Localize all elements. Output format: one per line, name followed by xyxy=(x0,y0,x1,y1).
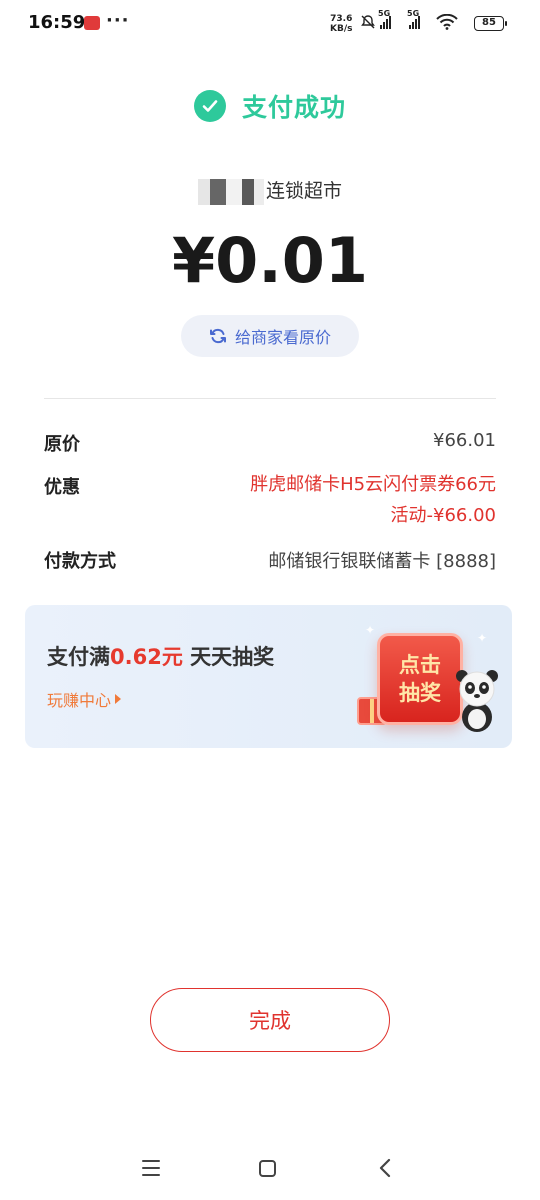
home-icon[interactable] xyxy=(259,1160,276,1177)
recent-apps-icon[interactable] xyxy=(142,1160,160,1176)
signal-sim1-icon: 5G xyxy=(378,9,391,29)
wifi-icon xyxy=(436,14,458,30)
redacted-merchant-prefix xyxy=(197,178,264,205)
notification-app-icon xyxy=(84,16,100,30)
divider xyxy=(44,398,496,399)
show-original-price-button[interactable]: 给商家看原价 xyxy=(181,315,359,357)
back-icon[interactable] xyxy=(378,1158,392,1178)
sparkle-icon: ✦ xyxy=(477,631,488,645)
original-price-label: 原价 xyxy=(44,434,80,455)
payment-success-header: 支付成功 xyxy=(0,88,540,124)
success-title: 支付成功 xyxy=(241,93,346,122)
discount-value: 胖虎邮储卡H5云闪付票券66元 活动-¥66.00 xyxy=(250,474,496,526)
arrow-right-icon xyxy=(115,694,122,704)
status-icons: 5G 5G xyxy=(360,9,458,30)
system-nav-bar xyxy=(0,1148,540,1188)
payment-method-row: 付款方式 邮储银行银联储蓄卡 [8888] xyxy=(44,547,496,573)
mute-icon xyxy=(361,15,375,29)
promo-title: 支付满0.62元 天天抽奖 xyxy=(47,645,275,669)
network-speed: 73.6 KB/s xyxy=(330,14,353,34)
payment-method-label: 付款方式 xyxy=(44,551,116,572)
status-time: 16:59 xyxy=(28,12,86,33)
merchant-name: 连锁超市 xyxy=(0,176,540,205)
done-button[interactable]: 完成 xyxy=(150,988,390,1052)
payment-method-value: 邮储银行银联储蓄卡 [8888] xyxy=(268,551,496,572)
original-price-value: ¥66.01 xyxy=(433,430,496,451)
original-price-row: 原价 ¥66.01 xyxy=(44,430,496,456)
more-notifications-icon: ··· xyxy=(106,10,130,31)
signal-sim2-icon: 5G xyxy=(407,9,420,29)
play-earn-center-link[interactable]: 玩赚中心 xyxy=(47,687,122,711)
lottery-promo-card[interactable]: 支付满0.62元 天天抽奖 玩赚中心 ✦ ✦ 点击 抽奖 xyxy=(25,605,512,748)
paid-amount: ¥0.01 xyxy=(171,224,369,297)
panda-mascot-icon xyxy=(456,670,498,732)
show-original-price-label: 给商家看原价 xyxy=(234,328,331,347)
discount-label: 优惠 xyxy=(44,477,80,498)
discount-row: 优惠 胖虎邮储卡H5云闪付票券66元 活动-¥66.00 xyxy=(44,473,496,531)
sparkle-icon: ✦ xyxy=(365,623,376,637)
battery-icon: 85 xyxy=(474,16,507,31)
status-bar: 16:59 ··· 73.6 KB/s 5G 5G 85 xyxy=(0,0,540,48)
click-draw-button[interactable]: 点击 抽奖 xyxy=(377,633,463,725)
success-check-icon xyxy=(193,90,226,122)
refresh-icon xyxy=(209,328,226,344)
